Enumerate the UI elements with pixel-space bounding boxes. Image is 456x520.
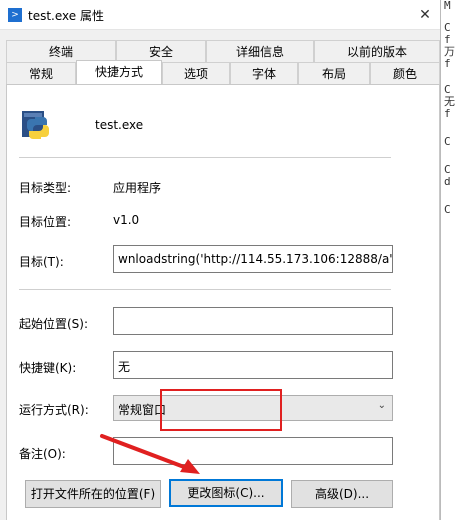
tab-shortcut[interactable]: 快捷方式 [76, 60, 162, 84]
annotation-arrow [100, 434, 200, 474]
